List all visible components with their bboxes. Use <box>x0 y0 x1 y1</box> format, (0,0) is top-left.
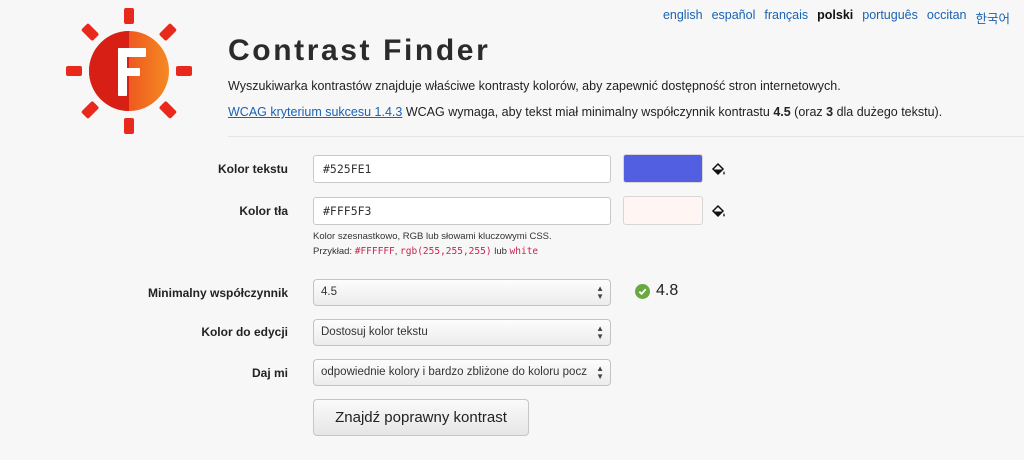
wcag-text: (oraz <box>790 105 827 119</box>
page-description: Wyszukiwarka kontrastów znajduje właściw… <box>228 79 841 93</box>
wcag-note: WCAG kryterium sukcesu 1.4.3 WCAG wymaga… <box>228 105 942 119</box>
wcag-text: WCAG wymaga, aby tekst miał minimalny ws… <box>402 105 774 119</box>
edit-color-value: Dostosuj kolor tekstu <box>321 326 428 338</box>
wcag-criterion-link[interactable]: WCAG kryterium sukcesu 1.4.3 <box>228 105 402 119</box>
min-ratio-label: Minimalny współczynnik <box>147 286 288 300</box>
hint-prefix: Przykład: <box>313 246 355 257</box>
language-link[interactable]: français <box>764 8 808 27</box>
select-arrows-icon: ▲ ▼ <box>596 363 604 381</box>
hint-line: Kolor szesnastkowo, RGB lub słowami kluc… <box>313 231 552 242</box>
check-circle-icon <box>635 283 650 299</box>
language-link[interactable]: occitan <box>927 8 967 27</box>
bg-color-label: Kolor tła <box>239 204 288 218</box>
paint-bucket-icon[interactable] <box>710 204 726 220</box>
edit-color-label: Kolor do edycji <box>201 325 288 339</box>
hint-example-rgb: rgb(255,255,255) <box>400 246 492 257</box>
current-ratio-value: 4.8 <box>656 282 679 299</box>
text-color-swatch[interactable] <box>623 154 703 183</box>
current-ratio: 4.8 <box>635 282 678 300</box>
bg-color-input[interactable]: #FFF5F3 <box>313 197 611 225</box>
page-title: Contrast Finder <box>228 34 491 67</box>
find-contrast-button[interactable]: Znajdź poprawny kontrast <box>313 399 529 436</box>
hint-example-keyword: white <box>509 246 539 257</box>
language-link[interactable]: español <box>712 8 756 27</box>
give-me-label: Daj mi <box>251 366 288 380</box>
bg-color-swatch[interactable] <box>623 196 703 225</box>
min-ratio-value: 4.5 <box>321 286 337 298</box>
wcag-ratio: 4.5 <box>773 105 791 119</box>
wcag-text: dla dużego tekstu). <box>833 105 943 119</box>
language-link[interactable]: 한국어 <box>975 8 1010 27</box>
select-arrows-icon: ▲ ▼ <box>596 323 604 341</box>
hint-sep: lub <box>491 246 510 257</box>
give-me-select[interactable]: odpowiednie kolory i bardzo zbliżone do … <box>313 359 611 386</box>
edit-color-select[interactable]: Dostosuj kolor tekstu ▲ ▼ <box>313 319 611 346</box>
language-nav: english español français polski português occ… <box>654 8 1010 27</box>
text-color-input[interactable]: #525FE1 <box>313 155 611 183</box>
language-link[interactable]: english <box>663 8 703 27</box>
hint-example-hex: #FFFFFF <box>354 246 395 257</box>
text-color-label: Kolor tekstu <box>217 162 288 176</box>
header-divider <box>228 136 1024 137</box>
contrast-finder-logo <box>66 8 192 134</box>
min-ratio-select[interactable]: 4.5 ▲ ▼ <box>313 279 611 306</box>
select-arrows-icon: ▲ ▼ <box>596 283 604 301</box>
language-link[interactable]: português <box>862 8 918 27</box>
hint-example: Przykład: #FFFFFF, rgb(255,255,255) lub … <box>313 244 552 259</box>
language-link[interactable]: polski <box>817 8 853 27</box>
paint-bucket-icon[interactable] <box>710 162 726 178</box>
color-format-hint: Kolor szesnastkowo, RGB lub słowami kluc… <box>313 229 552 259</box>
give-me-value: odpowiednie kolory i bardzo zbliżone do … <box>321 366 587 378</box>
